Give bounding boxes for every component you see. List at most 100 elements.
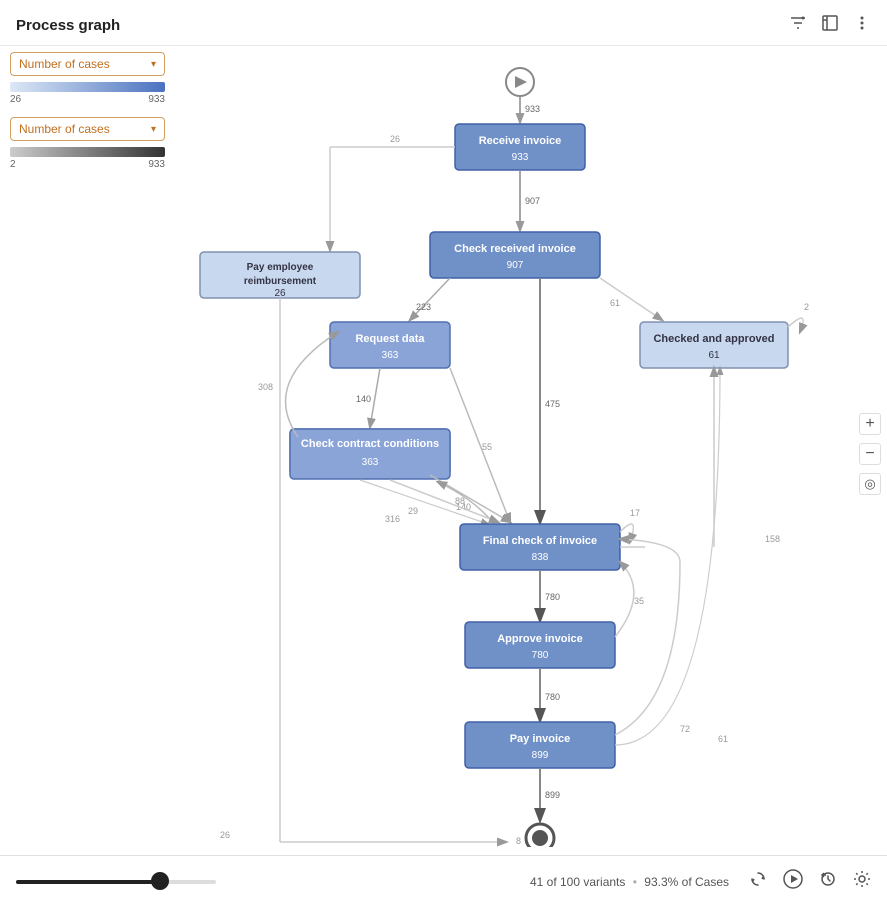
left-panel: Number of cases ▾ 26 933 Number of cases… <box>10 52 190 182</box>
node-legend-bar <box>10 82 165 92</box>
edge-label-8: 8 <box>516 836 521 846</box>
edge-label-35: 35 <box>634 596 644 606</box>
pay-employee-count: 26 <box>274 288 286 299</box>
check-contract-count: 363 <box>362 457 379 468</box>
node-approve-invoice[interactable] <box>465 622 615 668</box>
pay-employee-label2: reimbursement <box>244 276 317 287</box>
request-data-count: 363 <box>382 350 399 361</box>
checked-approved-label: Checked and approved <box>653 333 774 345</box>
fit-view-button[interactable]: ◎ <box>859 473 881 495</box>
checked-approved-count: 61 <box>708 350 720 361</box>
edge-label-780-mid: 780 <box>545 592 560 602</box>
edge-color-dropdown[interactable]: Number of cases ▾ <box>10 117 165 141</box>
approve-invoice-count: 780 <box>532 650 549 661</box>
edge-legend-labels: 2 933 <box>10 159 165 170</box>
cases-text: 93.3% of Cases <box>644 875 729 889</box>
header-actions <box>789 14 871 37</box>
zoom-out-button[interactable]: − <box>859 443 881 465</box>
chevron-down-icon2: ▾ <box>151 124 156 135</box>
edge-legend-max: 933 <box>148 159 165 170</box>
playback-controls <box>749 869 871 894</box>
approve-invoice-label: Approve invoice <box>497 633 583 645</box>
zoom-controls: + − ◎ <box>859 413 881 495</box>
edge-label-26-top: 26 <box>390 134 400 144</box>
edge-label-2: 2 <box>804 302 809 312</box>
zoom-in-button[interactable]: + <box>859 413 881 435</box>
expand-icon[interactable] <box>821 14 839 37</box>
node-final-check[interactable] <box>460 524 620 570</box>
node-color-dropdown[interactable]: Number of cases ▾ <box>10 52 165 76</box>
main-container: Process graph <box>0 0 887 907</box>
request-data-label: Request data <box>355 333 425 345</box>
edge-approved-self <box>788 318 803 332</box>
edge-label-899: 899 <box>545 790 560 800</box>
edge-label-223: 223 <box>416 302 431 312</box>
receive-invoice-count: 933 <box>512 152 529 163</box>
settings-icon[interactable] <box>853 870 871 893</box>
node-check-contract2 <box>290 429 450 479</box>
edge-legend-min: 2 <box>10 159 16 170</box>
node-request-data[interactable] <box>330 322 450 368</box>
check-received-label: Check received invoice <box>454 243 576 255</box>
final-check-count: 838 <box>532 552 549 563</box>
variant-count-text: 41 of 100 variants • 93.3% of Cases <box>530 875 729 889</box>
edge-contract-final <box>430 475 510 522</box>
edge-request-check-contract <box>370 368 380 427</box>
variants-text: 41 of 100 variants <box>530 875 625 889</box>
variant-slider-track <box>16 880 216 884</box>
variant-slider-container <box>16 880 506 884</box>
refresh-icon[interactable] <box>749 870 767 893</box>
edge-approve-final <box>615 562 634 637</box>
chevron-down-icon: ▾ <box>151 59 156 70</box>
check-contract-label-a: Check contract conditions <box>301 438 439 450</box>
node-legend-max: 933 <box>148 94 165 105</box>
header: Process graph <box>0 0 887 46</box>
edge-label-316: 316 <box>385 514 400 524</box>
edge-label-29: 29 <box>408 506 418 516</box>
node-legend-labels: 26 933 <box>10 94 165 105</box>
process-graph-svg: 933 Receive invoice 933 907 26 Pay emplo… <box>190 52 840 847</box>
graph-area: 933 Receive invoice 933 907 26 Pay emplo… <box>190 52 857 847</box>
edge-check-request <box>410 278 450 320</box>
variant-slider-thumb[interactable] <box>151 872 169 890</box>
play-icon[interactable] <box>783 869 803 894</box>
edge-label-26-bottom: 26 <box>220 830 230 840</box>
more-options-icon[interactable] <box>853 14 871 37</box>
pay-invoice-count: 899 <box>532 750 549 761</box>
node-receive-invoice[interactable] <box>455 124 585 170</box>
edge-pay-approved <box>615 368 720 745</box>
node-pay-invoice[interactable] <box>465 722 615 768</box>
edge-contract-final-29 <box>390 480 498 522</box>
pay-employee-label: Pay employee <box>247 262 314 273</box>
separator: • <box>633 875 641 889</box>
edge-label-308: 308 <box>258 382 273 392</box>
bottom-bar: 41 of 100 variants • 93.3% of Cases <box>0 855 887 907</box>
edge-label-907: 907 <box>525 196 540 206</box>
node-check-received[interactable] <box>430 232 600 278</box>
end-node-inner <box>532 830 548 846</box>
edge-color-label: Number of cases <box>19 122 110 136</box>
edge-label-61-top: 61 <box>610 298 620 308</box>
edge-legend-bar <box>10 147 165 157</box>
node-checked-approved[interactable] <box>640 322 788 368</box>
edge-label-55: 55 <box>482 442 492 452</box>
edge-label-158: 158 <box>765 534 780 544</box>
node-legend-min: 26 <box>10 94 21 105</box>
edge-label-17: 17 <box>630 508 640 518</box>
final-check-label: Final check of invoice <box>483 535 597 547</box>
check-received-count: 907 <box>507 260 524 271</box>
edge-label-780-bottom: 780 <box>545 692 560 702</box>
page-title: Process graph <box>16 17 120 34</box>
edge-label-475: 475 <box>545 399 560 409</box>
receive-invoice-label: Receive invoice <box>479 135 562 147</box>
node-color-gradient <box>10 82 165 92</box>
edge-color-gradient <box>10 147 165 157</box>
node-color-label: Number of cases <box>19 57 110 71</box>
edge-label-72: 72 <box>680 724 690 734</box>
edge-label: 933 <box>525 104 540 114</box>
pay-invoice-label: Pay invoice <box>510 733 571 745</box>
reset-icon[interactable] <box>819 870 837 893</box>
filter-icon[interactable] <box>789 14 807 37</box>
slider-fill <box>16 880 160 884</box>
edge-label-61-bottom: 61 <box>718 734 728 744</box>
